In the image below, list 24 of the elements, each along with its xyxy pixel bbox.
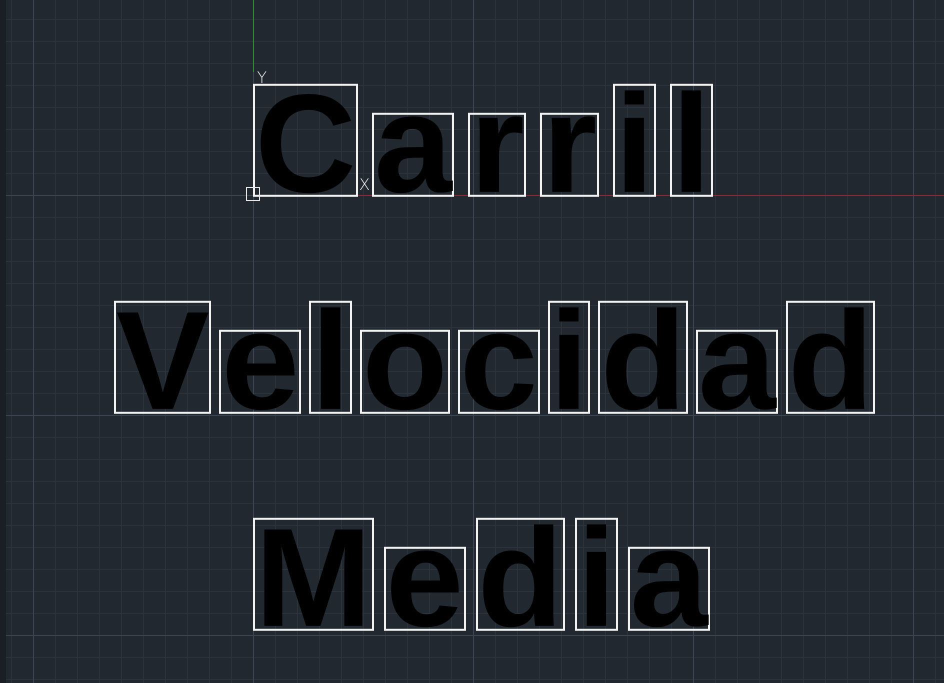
ucs-y-label: Y [257, 70, 267, 86]
text-letter: l [309, 300, 352, 414]
text-letter: r [468, 113, 526, 197]
ucs-x-label: X [359, 177, 370, 193]
text-letter: l [670, 84, 713, 197]
text-letter: r [540, 113, 599, 197]
text-letter: i [612, 84, 656, 197]
text-letter: i [575, 518, 618, 631]
y-axis-line [253, 0, 254, 72]
text-letter: e [384, 547, 466, 631]
text-letter: c [458, 330, 540, 414]
text-letter: d [786, 300, 876, 414]
ucs-origin-square [246, 187, 260, 201]
text-letter: e [219, 330, 302, 414]
text-letter: i [548, 300, 590, 414]
text-letter: a [372, 113, 454, 197]
text-letter: M [253, 518, 374, 631]
text-letter: d [476, 518, 566, 631]
text-letter: a [628, 547, 710, 631]
text-letter: V [114, 300, 212, 414]
text-letter: C [253, 84, 358, 197]
text-letter: d [598, 300, 688, 414]
text-letter: o [360, 330, 450, 414]
text-letter: a [696, 330, 778, 414]
